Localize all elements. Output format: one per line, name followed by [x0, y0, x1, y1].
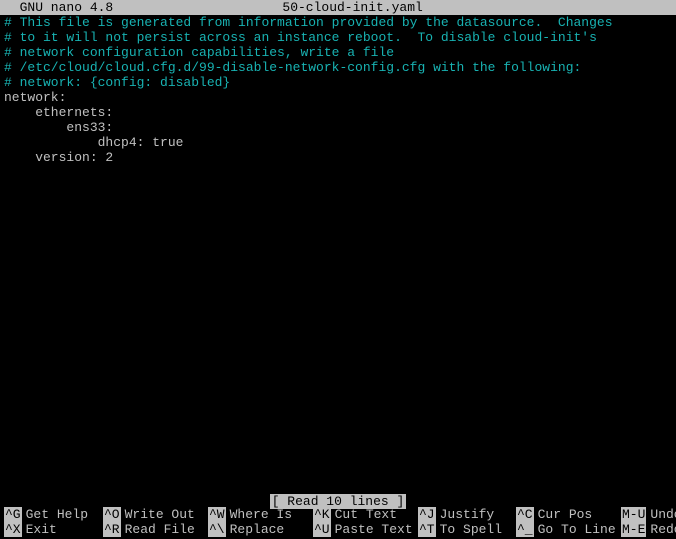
- shortcut-item[interactable]: ^\Replace: [208, 522, 313, 537]
- shortcut-desc: Replace: [226, 522, 291, 537]
- editor-line: ethernets:: [4, 105, 672, 120]
- shortcut-key: ^X: [4, 522, 22, 537]
- shortcut-key: ^_: [516, 522, 534, 537]
- file-name: 50-cloud-init.yaml: [113, 0, 592, 15]
- shortcut-desc: To Spell: [436, 522, 508, 537]
- editor-line: # This file is generated from informatio…: [4, 15, 672, 30]
- editor-line: # network: {config: disabled}: [4, 75, 672, 90]
- shortcut-key: ^T: [418, 522, 436, 537]
- editor-line: network:: [4, 90, 672, 105]
- editor-line: # /etc/cloud/cloud.cfg.d/99-disable-netw…: [4, 60, 672, 75]
- shortcut-key: ^G: [4, 507, 22, 522]
- shortcut-desc: Cut Text: [331, 507, 403, 522]
- editor-line: # to it will not persist across an insta…: [4, 30, 672, 45]
- shortcut-key: ^W: [208, 507, 226, 522]
- shortcut-item[interactable]: ^RRead File: [103, 522, 208, 537]
- shortcut-desc: Write Out: [121, 507, 201, 522]
- shortcut-item[interactable]: ^GGet Help: [4, 507, 103, 522]
- shortcut-item[interactable]: ^_Go To Line: [516, 522, 621, 537]
- shortcut-desc: Read File: [121, 522, 201, 537]
- shortcut-key: ^\: [208, 522, 226, 537]
- editor-line: # network configuration capabilities, wr…: [4, 45, 672, 60]
- shortcut-key: ^U: [313, 522, 331, 537]
- editor-line: version: 2: [4, 150, 672, 165]
- shortcut-desc: Undo: [646, 507, 676, 522]
- shortcut-desc: Where Is: [226, 507, 298, 522]
- shortcut-desc: Exit: [22, 522, 63, 537]
- shortcut-row-2: ^XExit^RRead File^\Replace^UPaste Text^T…: [4, 522, 672, 537]
- shortcut-key: ^R: [103, 522, 121, 537]
- editor-area[interactable]: # This file is generated from informatio…: [0, 15, 676, 165]
- editor-line: ens33:: [4, 120, 672, 135]
- shortcut-key: ^K: [313, 507, 331, 522]
- shortcut-key: M-U: [621, 507, 646, 522]
- shortcut-key: ^C: [516, 507, 534, 522]
- shortcut-item[interactable]: ^KCut Text: [313, 507, 418, 522]
- shortcut-key: ^J: [418, 507, 436, 522]
- shortcut-row-1: ^GGet Help^OWrite Out^WWhere Is^KCut Tex…: [4, 507, 672, 522]
- shortcut-item[interactable]: ^TTo Spell: [418, 522, 516, 537]
- shortcut-item[interactable]: ^XExit: [4, 522, 103, 537]
- shortcut-item[interactable]: M-UUndo: [621, 507, 676, 522]
- shortcut-desc: Justify: [436, 507, 501, 522]
- shortcut-item[interactable]: ^JJustify: [418, 507, 516, 522]
- shortcut-key: M-E: [621, 522, 646, 537]
- shortcut-item[interactable]: ^CCur Pos: [516, 507, 621, 522]
- shortcut-desc: Get Help: [22, 507, 94, 522]
- shortcut-item[interactable]: ^UPaste Text: [313, 522, 418, 537]
- shortcut-desc: Go To Line: [534, 522, 622, 537]
- shortcut-desc: Redo: [646, 522, 676, 537]
- app-name: GNU nano 4.8: [4, 0, 113, 15]
- shortcut-desc: Paste Text: [331, 522, 419, 537]
- title-bar: GNU nano 4.8 50-cloud-init.yaml: [0, 0, 676, 15]
- shortcut-key: ^O: [103, 507, 121, 522]
- shortcut-item[interactable]: M-ERedo: [621, 522, 676, 537]
- shortcut-desc: Cur Pos: [534, 507, 599, 522]
- shortcut-bar: ^GGet Help^OWrite Out^WWhere Is^KCut Tex…: [0, 507, 676, 539]
- shortcut-item[interactable]: ^WWhere Is: [208, 507, 313, 522]
- editor-line: dhcp4: true: [4, 135, 672, 150]
- shortcut-item[interactable]: ^OWrite Out: [103, 507, 208, 522]
